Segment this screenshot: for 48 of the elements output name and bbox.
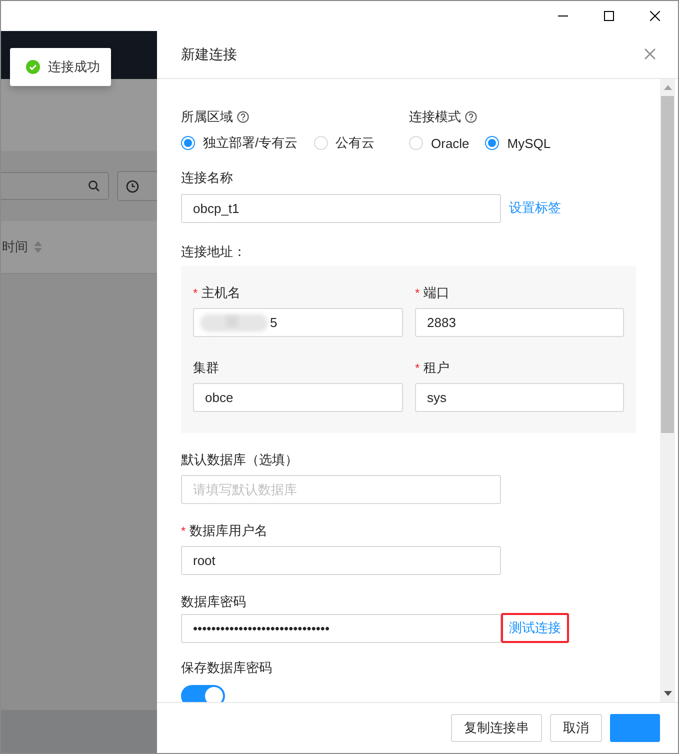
field-label: 默认数据库（选填） (181, 451, 299, 469)
host-field[interactable]: 5 (193, 308, 403, 337)
field-label: 主机名 (202, 284, 241, 302)
required-mark: * (181, 524, 186, 538)
radio-option[interactable]: MySQL (485, 136, 551, 150)
scrollbar[interactable] (660, 79, 675, 702)
input-field[interactable]: sys (415, 383, 624, 412)
column-header[interactable]: 时间 (2, 238, 28, 256)
input-field[interactable]: root (181, 546, 501, 575)
radio-option[interactable]: 公有云 (314, 134, 375, 152)
radio-option[interactable]: 独立部署/专有云 (181, 134, 298, 152)
maximize-icon (604, 11, 614, 21)
scroll-down-icon[interactable] (664, 691, 672, 696)
history-button[interactable] (117, 171, 157, 201)
footer-button[interactable]: 取消 (550, 714, 602, 742)
input-field[interactable]: 2883 (415, 308, 624, 337)
input-field[interactable]: 请填写默认数据库 (181, 475, 501, 504)
help-icon (237, 111, 249, 123)
field-label: 连接模式 (409, 108, 461, 126)
field-label: 连接名称 (181, 169, 234, 187)
input-field[interactable]: obcp_t1 (181, 194, 501, 222)
footer-button[interactable]: 复制连接串 (451, 714, 542, 742)
search-icon (88, 180, 100, 192)
radio-option[interactable]: Oracle (409, 136, 470, 150)
clock-icon (126, 180, 140, 192)
field-label: 数据库密码 (181, 593, 247, 611)
search-field[interactable] (1, 172, 110, 200)
field-label: 连接地址： (181, 243, 247, 261)
required-mark: * (415, 286, 420, 300)
input-field[interactable]: obce (193, 383, 403, 412)
field-label: 端口 (424, 284, 450, 302)
toggle-switch[interactable] (181, 685, 225, 702)
check-circle-icon (26, 60, 40, 74)
password-field[interactable]: •••••••••••••••••••••••••••••• (181, 614, 501, 642)
field-label: 保存数据库密码 (181, 659, 273, 677)
help-icon (465, 111, 477, 123)
field-label: 所属区域 (181, 108, 233, 126)
drawer-title: 新建连接 (181, 46, 237, 64)
host-value: 5 (270, 315, 278, 330)
required-mark: * (415, 361, 420, 375)
close-icon (650, 11, 660, 21)
field-label: 租户 (424, 359, 450, 377)
field-label: 集群 (193, 359, 219, 377)
scroll-up-icon[interactable] (664, 85, 672, 90)
field-label: 数据库用户名 (190, 522, 268, 540)
required-mark: * (193, 286, 198, 300)
toast-message: 连接成功 (48, 58, 100, 76)
sort-icon (34, 241, 42, 253)
